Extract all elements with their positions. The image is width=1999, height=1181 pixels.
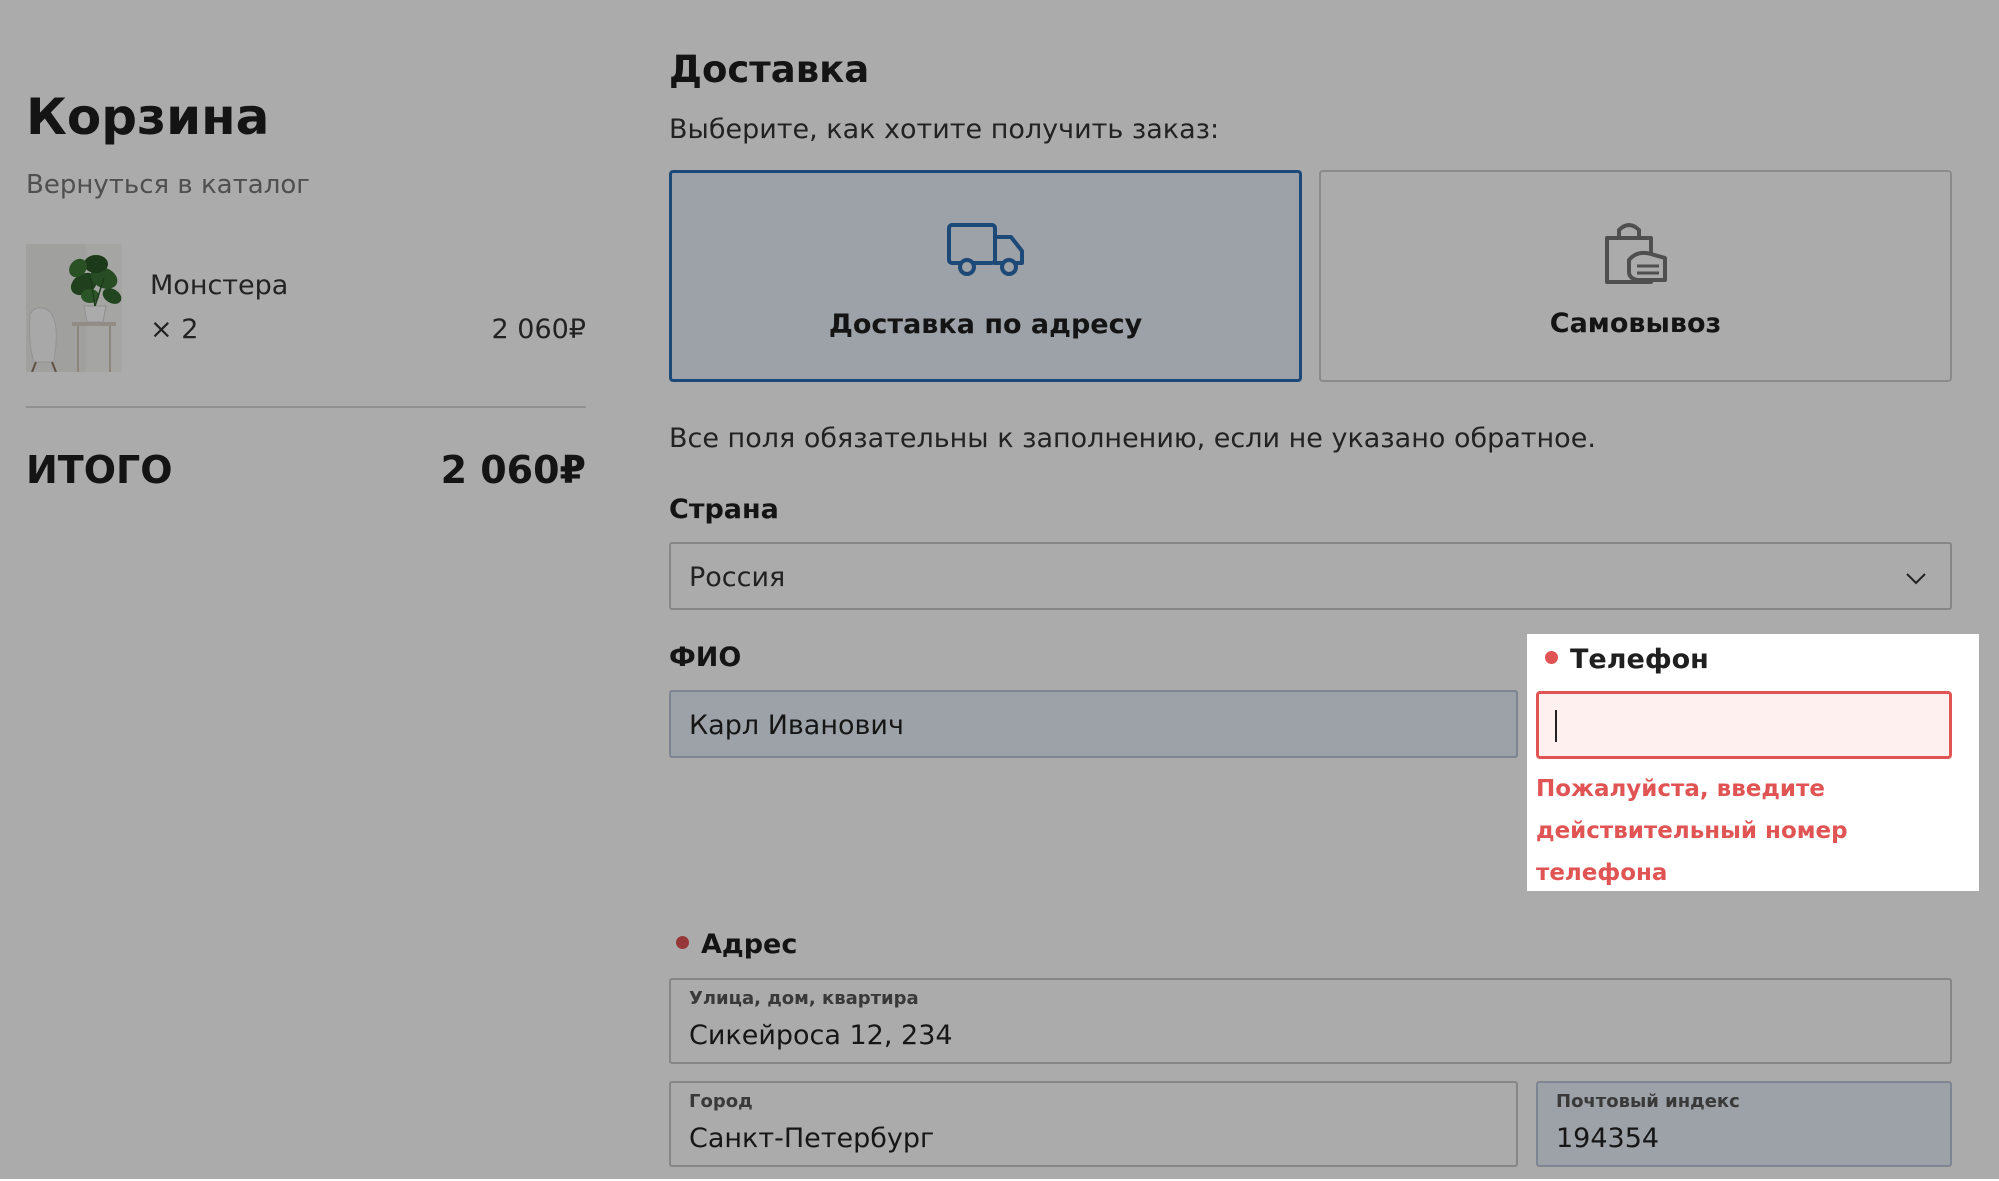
- cart-divider: [26, 406, 586, 408]
- phone-error-message: Пожалуйста, введите действительный номер…: [1536, 776, 1848, 886]
- address-label: Адрес: [676, 929, 797, 960]
- city-input[interactable]: Город Санкт-Петербург: [669, 1081, 1518, 1167]
- total-value: 2 060₽: [440, 448, 586, 492]
- phone-label: Телефон: [1545, 644, 1709, 675]
- delivery-option-pickup-label: Самовывоз: [1549, 308, 1722, 339]
- required-indicator: [676, 936, 689, 949]
- street-input[interactable]: Улица, дом, квартира Сикейроса 12, 234: [669, 978, 1952, 1064]
- required-indicator: [1545, 651, 1558, 664]
- delivery-subtitle: Выберите, как хотите получить заказ:: [669, 114, 1220, 145]
- cart-item-quantity: × 2: [150, 314, 199, 345]
- delivery-title: Доставка: [669, 48, 870, 91]
- delivery-option-address-label: Доставка по адресу: [828, 309, 1143, 340]
- cart-item-price: 2 060₽: [491, 314, 586, 345]
- country-select[interactable]: Россия: [669, 542, 1952, 610]
- city-input-value: Санкт-Петербург: [689, 1123, 935, 1154]
- city-input-label: Город: [689, 1091, 753, 1112]
- delivery-option-pickup[interactable]: Самовывоз: [1319, 170, 1952, 382]
- cart-item-name: Монстера: [150, 270, 289, 301]
- shopping-bag-icon: [1601, 220, 1671, 290]
- country-label: Страна: [669, 494, 779, 525]
- cart-item: Монстера × 2 2 060₽: [26, 244, 586, 372]
- text-cursor: [1555, 710, 1557, 742]
- product-thumbnail: [26, 244, 122, 372]
- fio-input-value: Карл Иванович: [689, 710, 904, 741]
- street-input-label: Улица, дом, квартира: [689, 988, 919, 1009]
- zip-input[interactable]: Почтовый индекс 194354: [1536, 1081, 1952, 1167]
- delivery-option-address[interactable]: Доставка по адресу: [669, 170, 1302, 382]
- phone-field-highlight: Телефон Пожалуйста, введите действительн…: [1527, 634, 1979, 891]
- required-fields-note: Все поля обязательны к заполнению, если …: [669, 423, 1596, 454]
- zip-input-label: Почтовый индекс: [1556, 1091, 1740, 1112]
- chevron-down-icon: [1904, 566, 1928, 594]
- fio-label: ФИО: [669, 642, 742, 673]
- cart-title: Корзина: [26, 88, 270, 146]
- back-to-catalog-link[interactable]: Вернуться в каталог: [26, 170, 310, 200]
- truck-icon: [946, 221, 1025, 281]
- phone-input[interactable]: [1536, 691, 1952, 759]
- street-input-value: Сикейроса 12, 234: [689, 1020, 953, 1051]
- checkout-page: Корзина Вернуться в каталог Монстера × 2…: [0, 0, 1999, 1179]
- fio-input[interactable]: Карл Иванович: [669, 690, 1518, 758]
- monstera-plant-image: [26, 244, 122, 372]
- country-select-value: Россия: [689, 562, 786, 593]
- phone-label-text: Телефон: [1570, 644, 1709, 675]
- address-label-text: Адрес: [701, 929, 798, 960]
- zip-input-value: 194354: [1556, 1123, 1660, 1154]
